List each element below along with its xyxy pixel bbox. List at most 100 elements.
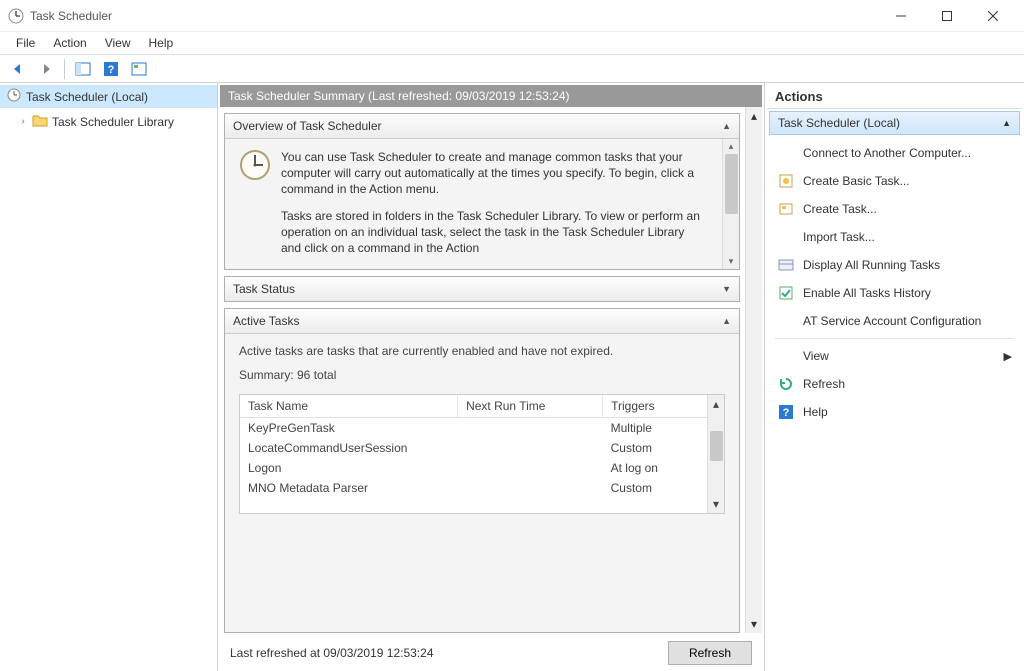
action-label: Import Task... [803,230,875,244]
actions-list: Connect to Another Computer... Create Bas… [767,137,1022,428]
help-toolbar-button[interactable]: ? [99,57,123,81]
overview-section: Overview of Task Scheduler ▲ You can use… [224,113,740,270]
menu-action[interactable]: Action [45,34,94,52]
scroll-thumb[interactable] [725,154,738,214]
actions-pane-title: Actions [767,85,1022,109]
blank-icon [777,347,795,365]
collapse-icon: ▲ [722,316,731,326]
cell-task-name: Logon [240,458,458,478]
properties-toolbar-button[interactable] [127,57,151,81]
scroll-down-icon: ▾ [751,617,757,631]
actions-pane: Actions Task Scheduler (Local) ▲ Connect… [764,83,1024,671]
col-next-run[interactable]: Next Run Time [458,395,603,418]
task-status-header[interactable]: Task Status ▼ [225,277,739,301]
action-label: Refresh [803,377,845,391]
overview-title: Overview of Task Scheduler [233,119,382,133]
action-label: Enable All Tasks History [803,286,931,300]
forward-button[interactable] [34,57,58,81]
tree-expand-icon[interactable]: › [18,116,28,127]
overview-header[interactable]: Overview of Task Scheduler ▲ [225,114,739,139]
cell-next-run [458,478,603,498]
create-icon [777,200,795,218]
cell-task-name: MNO Metadata Parser [240,478,458,498]
back-button[interactable] [6,57,30,81]
blank-icon [777,144,795,162]
tree-root-label: Task Scheduler (Local) [26,90,148,104]
cell-task-name: LocateCommandUserSession [240,438,458,458]
tree-child-label: Task Scheduler Library [52,115,174,129]
active-tasks-summary: Summary: 96 total [239,368,725,382]
action-label: Help [803,405,828,419]
action-item[interactable]: ? Help [767,398,1022,426]
svg-text:?: ? [783,407,790,419]
tasks-table: Task Name Next Run Time Triggers KeyPreG… [240,395,724,498]
cell-triggers: Custom [603,478,724,498]
tree-root[interactable]: Task Scheduler (Local) [0,85,217,108]
table-row[interactable]: LocateCommandUserSession Custom [240,438,724,458]
blank-icon [777,312,795,330]
table-row[interactable]: LogonAt log on [240,458,724,478]
col-task-name[interactable]: Task Name [240,395,458,418]
main-area: Task Scheduler (Local) › Task Scheduler … [0,82,1024,671]
maximize-button[interactable] [924,1,970,31]
scroll-up-icon: ▴ [713,397,719,411]
svg-text:?: ? [108,64,115,76]
action-item[interactable]: AT Service Account Configuration [767,307,1022,335]
action-item[interactable]: Create Task... [767,195,1022,223]
cell-next-run [458,458,603,478]
action-item[interactable]: View▶ [767,342,1022,370]
refresh-row: Last refreshed at 09/03/2019 12:53:24 Re… [220,633,762,669]
scroll-down-icon: ▾ [713,497,719,511]
enable-icon [777,284,795,302]
table-row[interactable]: MNO Metadata Parser Custom [240,478,724,498]
help-icon: ? [777,403,795,421]
table-scrollbar[interactable]: ▴ ▾ [707,395,724,513]
refresh-button[interactable]: Refresh [668,641,752,665]
display-icon [777,256,795,274]
clock-icon [6,87,22,106]
tree-pane: Task Scheduler (Local) › Task Scheduler … [0,83,218,671]
action-item[interactable]: Connect to Another Computer... [767,139,1022,167]
cell-triggers: Custom [603,438,724,458]
active-tasks-description: Active tasks are tasks that are currentl… [239,344,725,358]
menubar: File Action View Help [0,32,1024,54]
chevron-right-icon: ▶ [1004,350,1012,363]
action-label: AT Service Account Configuration [803,314,981,328]
overview-paragraph-1: You can use Task Scheduler to create and… [281,149,707,198]
blank-icon [777,228,795,246]
actions-group-header[interactable]: Task Scheduler (Local) ▲ [769,111,1020,135]
actions-group-title: Task Scheduler (Local) [778,116,900,130]
toolbar-separator [64,59,65,79]
active-tasks-header[interactable]: Active Tasks ▲ [225,309,739,334]
center-pane: Task Scheduler Summary (Last refreshed: … [218,83,764,671]
action-item[interactable]: Import Task... [767,223,1022,251]
overview-body: You can use Task Scheduler to create and… [225,139,739,269]
menu-file[interactable]: File [8,34,43,52]
expand-icon: ▼ [722,284,731,294]
window-controls [878,1,1016,31]
tree-child[interactable]: › Task Scheduler Library [0,110,217,133]
menu-view[interactable]: View [97,34,139,52]
show-hide-tree-button[interactable] [71,57,95,81]
action-item[interactable]: Display All Running Tasks [767,251,1022,279]
action-label: Create Basic Task... [803,174,910,188]
action-label: Connect to Another Computer... [803,146,971,160]
scroll-thumb[interactable] [710,431,723,461]
table-row[interactable]: KeyPreGenTaskMultiple [240,418,724,439]
menu-help[interactable]: Help [141,34,182,52]
action-item[interactable]: Create Basic Task... [767,167,1022,195]
cell-next-run [458,438,603,458]
close-button[interactable] [970,1,1016,31]
minimize-button[interactable] [878,1,924,31]
overview-paragraph-2: Tasks are stored in folders in the Task … [281,208,707,257]
folder-icon [32,112,48,131]
active-tasks-section: Active Tasks ▲ Active tasks are tasks th… [224,308,740,633]
titlebar: Task Scheduler [0,0,1024,32]
col-triggers[interactable]: Triggers [603,395,724,418]
center-scrollbar[interactable]: ▴ ▾ [745,107,762,633]
action-separator [775,338,1014,339]
cell-next-run [458,418,603,439]
action-item[interactable]: Refresh [767,370,1022,398]
overview-scrollbar[interactable]: ▴ ▾ [722,139,739,269]
action-item[interactable]: Enable All Tasks History [767,279,1022,307]
